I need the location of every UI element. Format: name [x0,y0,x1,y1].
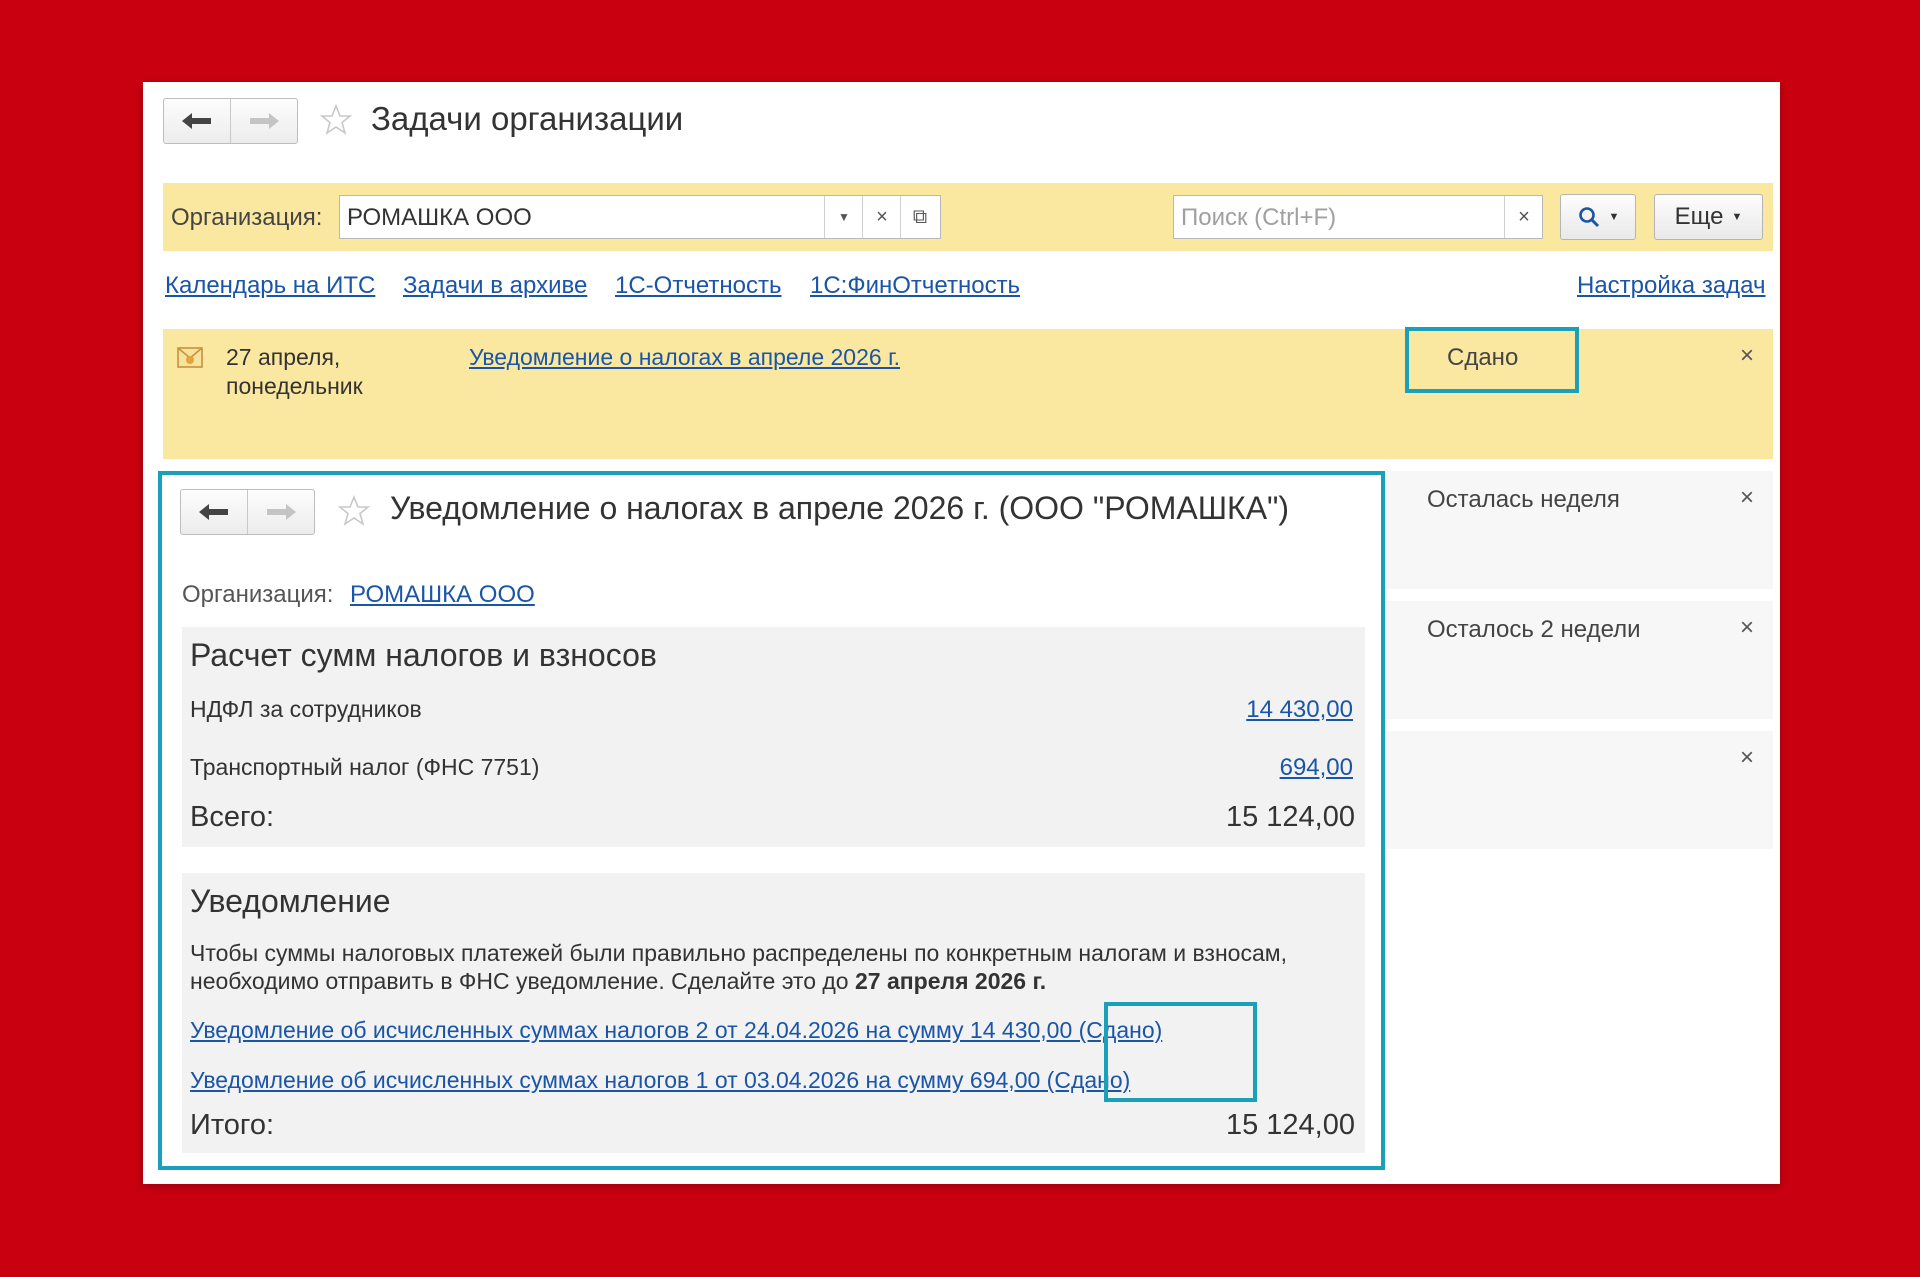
search-button[interactable]: ▼ [1560,194,1636,240]
chevron-down-icon: ▼ [1608,211,1620,223]
notice-text: Чтобы суммы налоговых платежей были прав… [190,939,1310,995]
task-row[interactable]: Осталось 2 недели × [1385,601,1773,719]
org-filter-field[interactable]: РОМАШКА ООО ▼ × ⧉ [339,195,941,239]
chevron-down-icon: ▼ [1731,211,1743,223]
chevron-down-icon: ▼ [838,210,850,224]
calc-row-amount[interactable]: 694,00 [1280,754,1353,782]
notice-deadline: 27 апреля 2026 г. [855,968,1047,994]
detail-title: Уведомление о налогах в апреле 2026 г. (… [390,490,1290,526]
close-icon: × [876,205,888,228]
filter-bar: Организация: РОМАШКА ООО ▼ × ⧉ Поиск (Ct… [163,183,1773,251]
main-window: Задачи организации Организация: РОМАШКА … [143,82,1780,1184]
org-filter-value: РОМАШКА ООО [347,204,532,231]
arrow-right-icon [250,113,279,129]
forward-button[interactable] [247,490,314,534]
close-icon: × [1740,744,1755,771]
task-status: Осталось 2 недели [1427,616,1641,643]
close-icon: × [1518,205,1530,228]
nav-buttons [180,489,315,535]
search-placeholder: Поиск (Ctrl+F) [1181,204,1337,231]
notice-link[interactable]: Уведомление об исчисленных суммах налого… [190,1067,1130,1094]
calc-heading: Расчет сумм налогов и взносов [190,637,657,673]
calc-row-label: Транспортный налог (ФНС 7751) [190,754,540,780]
search-input[interactable]: Поиск (Ctrl+F) × [1173,195,1543,239]
notice-total-label: Итого: [190,1109,275,1141]
favorite-star-icon[interactable] [319,103,353,137]
task-row[interactable]: × [1385,731,1773,849]
notice-total-value: 15 124,00 [1225,1109,1355,1141]
task-row[interactable]: Осталась неделя × [1385,471,1773,589]
open-window-icon: ⧉ [912,205,928,228]
calc-row-amount[interactable]: 14 430,00 [1246,696,1353,724]
back-button[interactable] [164,99,230,143]
calc-row-label: НДФЛ за сотрудников [190,696,422,722]
close-icon: × [1740,342,1755,369]
org-open-button[interactable]: ⧉ [900,196,939,238]
task-close-button[interactable]: × [1740,744,1754,772]
favorite-star-icon[interactable] [337,494,371,528]
task-date-line1: 27 апреля, [226,344,341,370]
calc-total-value: 15 124,00 [1225,801,1355,833]
link-archive-tasks[interactable]: Задачи в архиве [403,272,587,300]
calc-section: Расчет сумм налогов и взносов НДФЛ за со… [182,627,1365,847]
task-detail-panel: Уведомление о налогах в апреле 2026 г. (… [158,471,1385,1170]
task-status: Осталась неделя [1427,486,1620,513]
search-icon [1578,207,1599,228]
org-dropdown-button[interactable]: ▼ [824,196,863,238]
search-clear-button[interactable]: × [1504,196,1543,238]
task-date-line2: понедельник [226,373,363,399]
link-1c-reporting[interactable]: 1С-Отчетность [615,272,781,300]
notice-heading: Уведомление [190,883,391,919]
notice-text-plain: Чтобы суммы налоговых платежей были прав… [190,940,1287,994]
arrow-left-icon [182,113,211,129]
back-button[interactable] [181,490,247,534]
task-close-button[interactable]: × [1740,484,1754,512]
sent-status-highlight-box [1104,1002,1257,1102]
more-button[interactable]: Еще ▼ [1654,194,1763,240]
task-envelope-icon [177,347,203,368]
notice-link[interactable]: Уведомление об исчисленных суммах налого… [190,1017,1162,1044]
link-calendar-its[interactable]: Календарь на ИТС [165,272,375,300]
window-title: Задачи организации [371,100,684,137]
nav-buttons [163,98,298,144]
task-close-button[interactable]: × [1740,342,1754,370]
forward-button[interactable] [230,99,297,143]
arrow-right-icon [267,504,296,520]
detail-org-link[interactable]: РОМАШКА ООО [350,581,535,609]
link-task-settings[interactable]: Настройка задач [1577,272,1766,300]
task-title-link[interactable]: Уведомление о налогах в апреле 2026 г. [469,344,900,371]
detail-org-label: Организация: [182,581,334,608]
task-close-button[interactable]: × [1740,614,1754,642]
org-clear-button[interactable]: × [862,196,901,238]
org-filter-label: Организация: [171,204,323,231]
status-highlight-box [1405,327,1579,393]
arrow-left-icon [199,504,228,520]
calc-total-label: Всего: [190,801,275,833]
more-label: Еще [1674,203,1724,230]
close-icon: × [1740,614,1755,641]
link-1c-fin-reporting[interactable]: 1С:ФинОтчетность [810,272,1020,300]
close-icon: × [1740,484,1755,511]
